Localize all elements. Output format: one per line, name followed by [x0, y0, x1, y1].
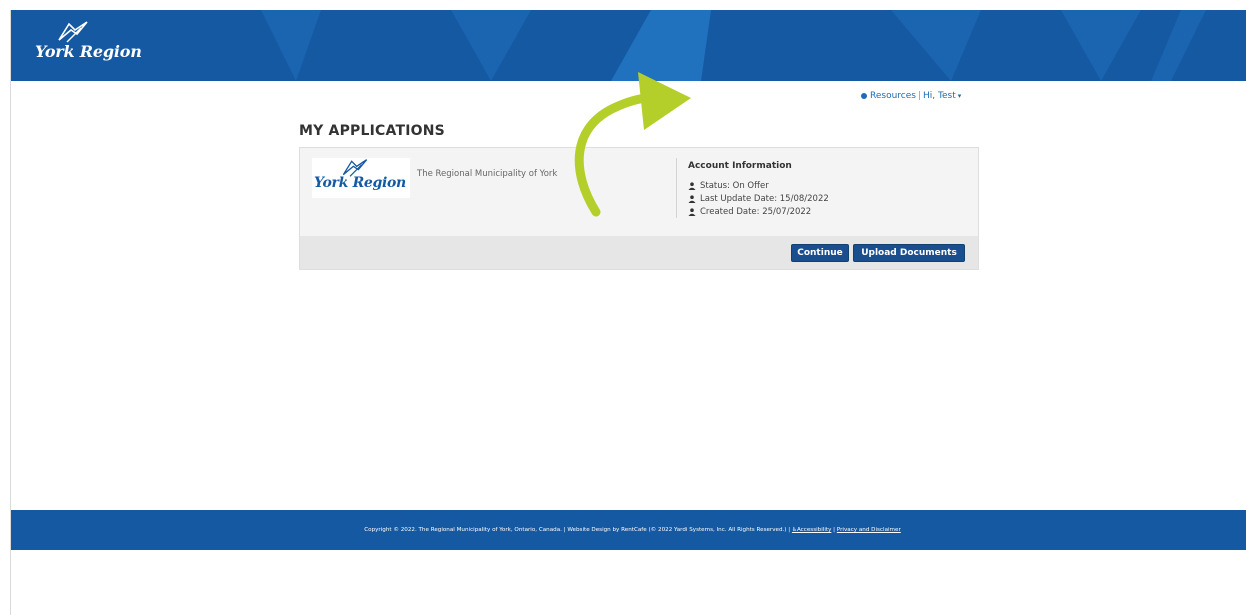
continue-button[interactable]: Continue: [791, 244, 849, 262]
accessibility-link-label: Accessibility: [796, 527, 832, 533]
created-date-line: Created Date: 25/07/2022: [688, 207, 811, 217]
accessibility-link[interactable]: ♿Accessibility: [792, 527, 831, 533]
user-menu[interactable]: Hi, Test: [923, 91, 956, 101]
footer-copyright: Copyright © 2022. The Regional Municipal…: [364, 527, 791, 533]
status-text: Status: On Offer: [700, 181, 769, 191]
site-header: York Region: [11, 10, 1246, 81]
header-logo[interactable]: York Region: [35, 20, 155, 72]
last-update-line: Last Update Date: 15/08/2022: [688, 194, 829, 204]
account-info-title: Account Information: [688, 161, 792, 171]
status-line: Status: On Offer: [688, 181, 769, 191]
annotation-arrow-icon: [574, 72, 691, 217]
organization-name: The Regional Municipality of York: [417, 169, 558, 179]
york-region-bird-icon: [58, 21, 88, 43]
application-logo: York Region: [312, 158, 410, 198]
user-nav: Resources | Hi, Test ▾: [861, 91, 961, 101]
page-title: MY APPLICATIONS: [299, 123, 445, 139]
chevron-down-icon[interactable]: ▾: [958, 92, 962, 100]
top-margin: [0, 0, 1246, 10]
footer-text: Copyright © 2022. The Regional Municipal…: [364, 527, 901, 533]
site-footer: Copyright © 2022. The Regional Municipal…: [11, 510, 1246, 550]
page-frame: York Region Resources | Hi, Test ▾ MY AP…: [10, 10, 1246, 615]
created-date-text: Created Date: 25/07/2022: [700, 207, 812, 217]
application-logo-text: York Region: [314, 175, 406, 191]
nav-separator: |: [917, 91, 922, 101]
footer-separator: |: [833, 527, 836, 533]
privacy-link[interactable]: Privacy and Disclaimer: [837, 527, 901, 533]
resources-dot-icon: [861, 93, 867, 99]
header-logo-text: York Region: [35, 42, 142, 61]
header-banner-shapes: [261, 10, 1206, 81]
last-update-text: Last Update Date: 15/08/2022: [700, 194, 829, 204]
resources-link[interactable]: Resources: [870, 91, 916, 101]
upload-documents-button[interactable]: Upload Documents: [853, 244, 965, 262]
